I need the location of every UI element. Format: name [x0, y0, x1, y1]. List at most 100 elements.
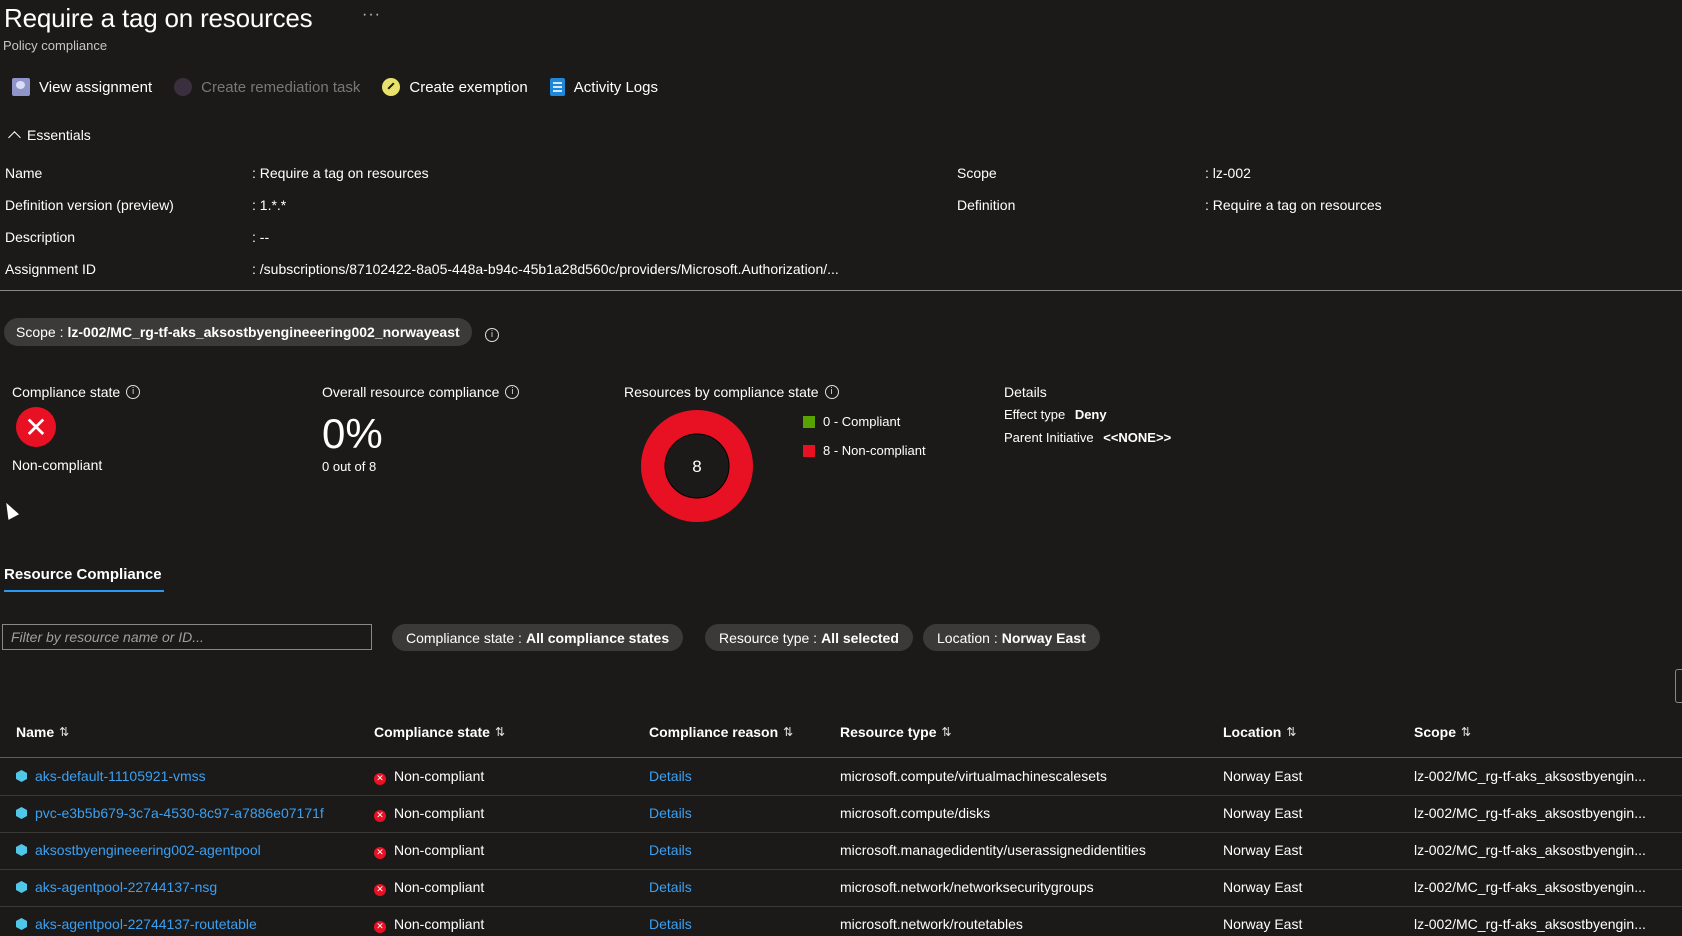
create-remediation-button[interactable]: Create remediation task — [174, 78, 360, 96]
more-options-button[interactable]: ··· — [362, 6, 381, 24]
resource-icon — [16, 918, 27, 930]
details-link[interactable]: Details — [649, 916, 692, 932]
legend-compliant[interactable]: 0 - Compliant — [803, 414, 900, 429]
compliance-state-filter[interactable]: Compliance state : All compliance states — [392, 624, 684, 651]
compliance-state-cell: ✕ Non-compliant — [374, 916, 484, 933]
table-row: aksostbyengineeering002-agentpool ✕ Non-c… — [0, 832, 1682, 870]
column-header-scope[interactable]: Scope ⇅ — [1414, 724, 1471, 740]
resources-by-state-label: Resources by compliance state — [624, 384, 819, 400]
non-compliant-icon: ✕ — [374, 921, 386, 933]
resource-name-link[interactable]: pvc-e3b5b679-3c7a-4530-8c97-a7886e07171f — [35, 805, 324, 821]
overall-compliance-label: Overall resource compliance — [322, 384, 500, 400]
tab-resource-compliance[interactable]: Resource Compliance — [4, 566, 162, 583]
compliance-state-text: Non-compliant — [394, 842, 485, 858]
resources-by-state-info-icon[interactable]: i — [824, 385, 839, 399]
resource-name-link[interactable]: aksostbyengineeering002-agentpool — [35, 842, 261, 858]
scope-cell: lz-002/MC_rg-tf-aks_aksostbyengin... — [1414, 805, 1646, 821]
essentials-toggle[interactable]: Essentials — [8, 127, 91, 144]
resource-name-cell: aks-agentpool-22744137-nsg — [16, 879, 217, 895]
compliance-state-cell: ✕ Non-compliant — [374, 842, 484, 859]
resource-name-cell: aks-agentpool-22744137-routetable — [16, 916, 257, 932]
resource-name-cell: aks-default-11105921-vmss — [16, 768, 206, 784]
location-filter[interactable]: Location : Norway East — [923, 624, 1100, 651]
scope-pill[interactable]: Scope : lz-002/MC_rg-tf-aks_aksostbyengi… — [4, 318, 472, 346]
donut-total: 8 — [692, 457, 701, 476]
location-cell: Norway East — [1223, 805, 1303, 821]
legend-noncompliant[interactable]: 8 - Non-compliant — [803, 443, 926, 458]
parent-initiative-row: Parent Initiative <<NONE>> — [1004, 430, 1171, 445]
essentials-value-definition-version: : 1.*.* — [252, 197, 287, 213]
column-header-compliance-reason-label: Compliance reason — [649, 724, 779, 740]
exemption-icon — [382, 78, 401, 96]
resource-type-cell: microsoft.compute/disks — [840, 805, 991, 821]
resource-type-filter-value: All selected — [821, 629, 899, 646]
column-header-scope-label: Scope — [1414, 724, 1457, 740]
compliance-state-info-icon[interactable]: i — [126, 385, 141, 399]
parent-initiative-label: Parent Initiative — [1004, 430, 1094, 445]
legend-compliant-label: 0 - Compliant — [823, 414, 901, 429]
details-link[interactable]: Details — [649, 768, 692, 784]
scope-info-icon[interactable]: i — [485, 328, 499, 342]
essentials-label-name: Name — [5, 165, 43, 181]
effect-type-row: Effect type Deny — [1004, 407, 1107, 422]
essentials-value-description: : -- — [252, 229, 270, 245]
compliance-state-text: Non-compliant — [394, 805, 485, 821]
command-bar: View assignment Create remediation task … — [12, 76, 680, 98]
effect-type-value: Deny — [1074, 407, 1107, 422]
column-header-name-label: Name — [16, 724, 55, 740]
resources-by-state-heading: Resources by compliance state i — [624, 384, 839, 400]
sort-icon: ⇅ — [1461, 725, 1472, 739]
resource-filter-input[interactable] — [2, 624, 372, 650]
overall-compliance-info-icon[interactable]: i — [505, 385, 520, 399]
essentials-heading: Essentials — [27, 127, 91, 143]
resource-type-cell: microsoft.managedidentity/userassignedid… — [840, 842, 1146, 858]
sort-icon: ⇅ — [494, 725, 505, 739]
resource-name-link[interactable]: aks-default-11105921-vmss — [35, 768, 206, 784]
resource-icon — [16, 844, 27, 856]
compliance-state-filter-label: Compliance state : — [406, 629, 522, 646]
create-exemption-button[interactable]: Create exemption — [382, 78, 528, 96]
column-header-name[interactable]: Name ⇅ — [16, 724, 69, 740]
compliance-state-cell: ✕ Non-compliant — [374, 879, 484, 896]
resource-name-link[interactable]: aks-agentpool-22744137-routetable — [35, 916, 257, 932]
view-assignment-button[interactable]: View assignment — [12, 78, 152, 96]
location-filter-label: Location : — [937, 629, 998, 646]
legend-noncompliant-swatch — [803, 444, 815, 457]
non-compliant-icon: ✕ — [16, 407, 56, 447]
location-cell: Norway East — [1223, 768, 1303, 784]
details-link[interactable]: Details — [649, 879, 692, 895]
column-header-location[interactable]: Location ⇅ — [1223, 724, 1296, 740]
location-cell: Norway East — [1223, 842, 1303, 858]
resource-type-filter[interactable]: Resource type : All selected — [705, 624, 913, 651]
column-header-compliance-state[interactable]: Compliance state ⇅ — [374, 724, 505, 740]
column-header-compliance-reason[interactable]: Compliance reason ⇅ — [649, 724, 793, 740]
legend-compliant-swatch — [803, 415, 815, 428]
location-cell: Norway East — [1223, 879, 1303, 895]
table-row: aks-agentpool-22744137-routetable ✕ Non-c… — [0, 906, 1682, 936]
table-row: aks-default-11105921-vmss ✕ Non-compliant… — [0, 758, 1682, 796]
scope-cell: lz-002/MC_rg-tf-aks_aksostbyengin... — [1414, 842, 1646, 858]
resource-icon — [16, 770, 27, 782]
column-header-resource-type[interactable]: Resource type ⇅ — [840, 724, 952, 740]
location-filter-value: Norway East — [1001, 629, 1086, 646]
create-remediation-label: Create remediation task — [201, 78, 361, 96]
column-header-resource-type-label: Resource type — [840, 724, 937, 740]
scope-cell: lz-002/MC_rg-tf-aks_aksostbyengin... — [1414, 879, 1646, 895]
side-panel-handle[interactable] — [1675, 669, 1682, 703]
activity-logs-label: Activity Logs — [573, 78, 658, 96]
overall-compliance-count: 0 out of 8 — [322, 459, 377, 474]
sort-icon: ⇅ — [59, 725, 70, 739]
compliance-state-text: Non-compliant — [394, 916, 485, 932]
essentials-label-scope: Scope — [957, 165, 997, 181]
parent-initiative-value: <<NONE>> — [1103, 430, 1172, 445]
resource-icon — [16, 807, 27, 819]
details-link[interactable]: Details — [649, 805, 692, 821]
details-link[interactable]: Details — [649, 842, 692, 858]
essentials-label-definition: Definition — [957, 197, 1016, 213]
compliance-donut-chart[interactable]: 8 — [640, 409, 754, 523]
activity-logs-button[interactable]: Activity Logs — [549, 78, 658, 96]
resource-name-link[interactable]: aks-agentpool-22744137-nsg — [35, 879, 217, 895]
activity-log-icon — [549, 78, 565, 96]
remediation-icon — [174, 78, 193, 96]
scope-cell: lz-002/MC_rg-tf-aks_aksostbyengin... — [1414, 768, 1646, 784]
